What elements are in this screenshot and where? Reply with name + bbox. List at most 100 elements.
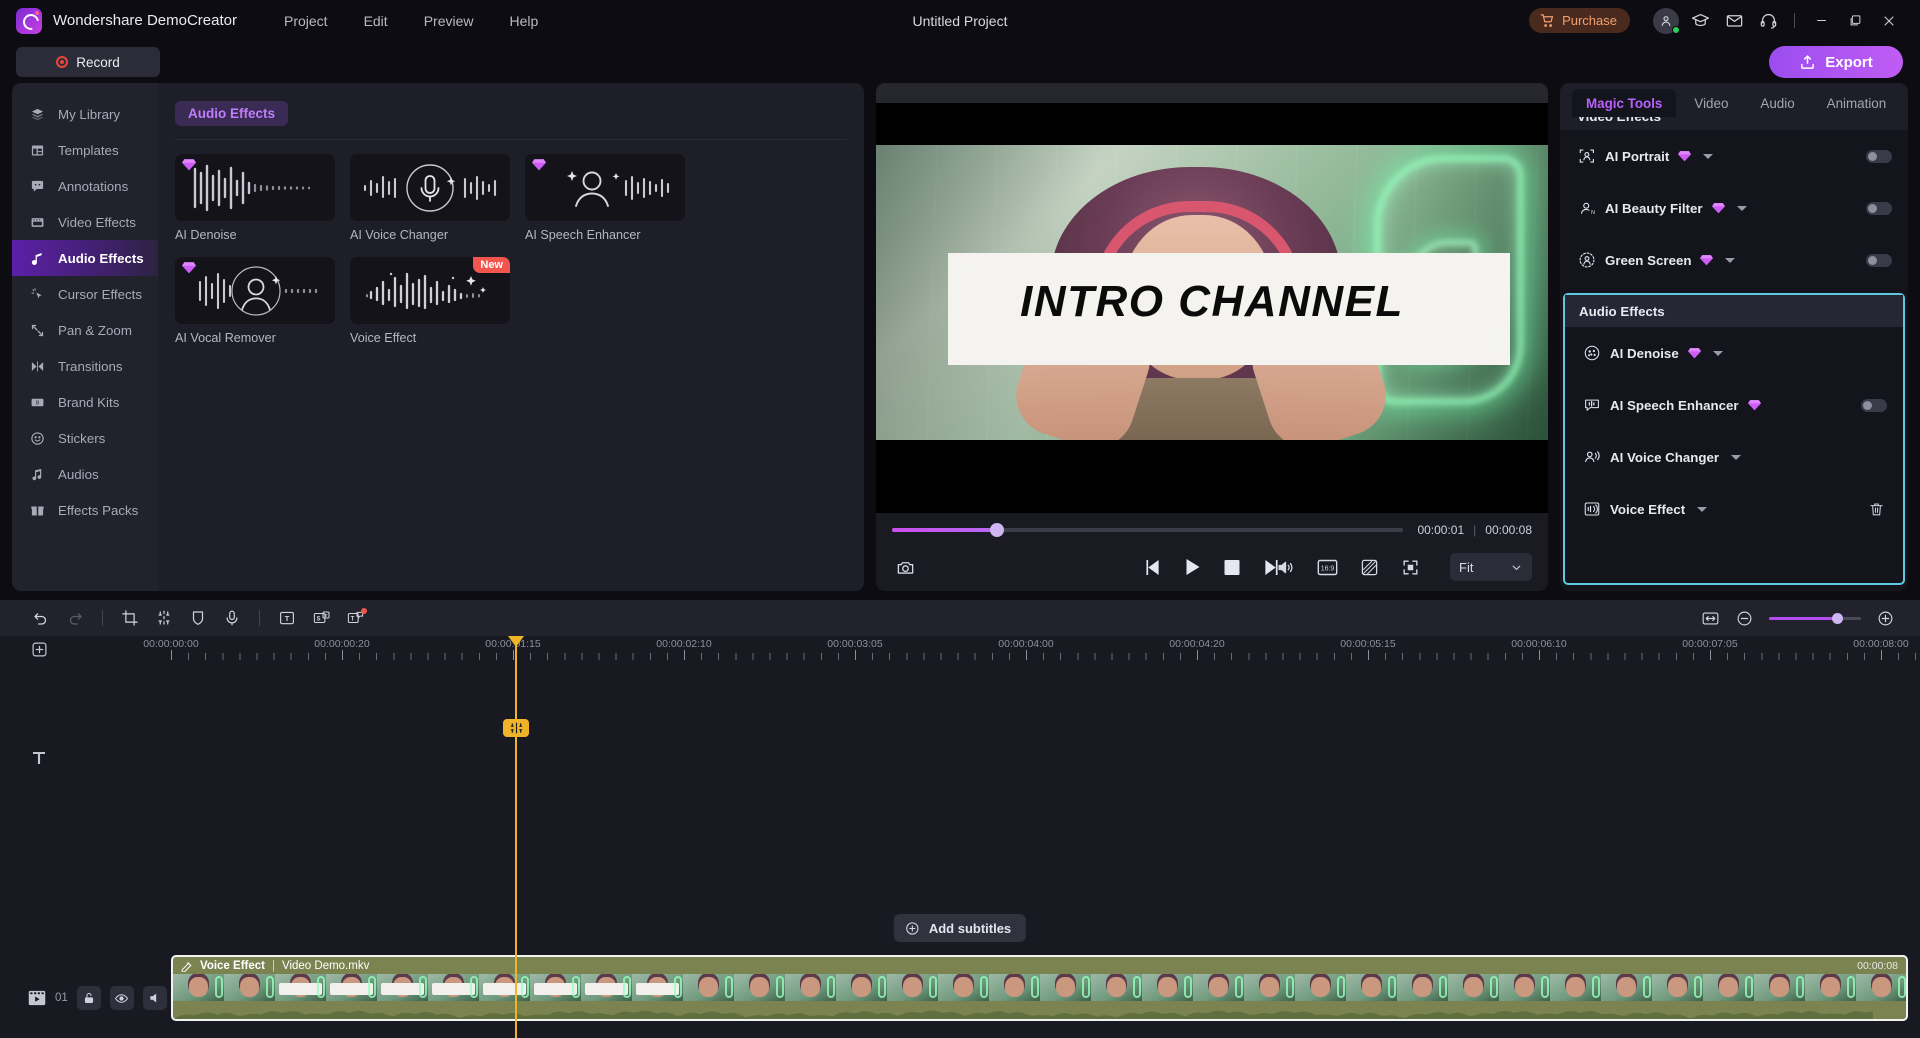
- sidebar-item-video-effects[interactable]: Video Effects: [12, 204, 158, 240]
- export-button[interactable]: Export: [1769, 46, 1903, 78]
- grid-overlay-icon[interactable]: [1360, 558, 1379, 577]
- sidebar-item-label: Templates: [58, 142, 119, 158]
- playhead[interactable]: [503, 636, 529, 1038]
- record-button[interactable]: Record: [16, 47, 160, 77]
- zoom-slider-handle[interactable]: [1832, 612, 1844, 624]
- tool-row-ai-voice-changer[interactable]: AI Voice Changer: [1565, 431, 1903, 483]
- tab-audio[interactable]: Audio: [1746, 89, 1808, 117]
- unlock-icon[interactable]: [76, 986, 101, 1010]
- chevron-down-icon[interactable]: [1712, 350, 1723, 356]
- sidebar-item-audio-effects[interactable]: Audio Effects: [12, 240, 158, 276]
- sidebar-item-audios[interactable]: Audios: [12, 456, 158, 492]
- auto-caption-icon[interactable]: T: [338, 601, 372, 635]
- sidebar-item-templates[interactable]: Templates: [12, 132, 158, 168]
- filmstrip-frame: [428, 974, 479, 1001]
- filmstrip-frame: [224, 974, 275, 1001]
- text-icon[interactable]: T: [270, 601, 304, 635]
- tool-toggle[interactable]: [1866, 201, 1892, 215]
- preview-stage[interactable]: INTRO CHANNEL: [876, 103, 1548, 513]
- menu-item-edit[interactable]: Edit: [364, 13, 388, 29]
- close-icon[interactable]: [1872, 4, 1906, 38]
- text-track-icon[interactable]: [30, 749, 48, 767]
- graduation-cap-icon[interactable]: [1683, 4, 1717, 38]
- account-avatar[interactable]: [1649, 4, 1683, 38]
- minimize-icon[interactable]: [1804, 4, 1838, 38]
- tool-row-ai-denoise[interactable]: AI Denoise: [1565, 327, 1903, 379]
- delete-icon[interactable]: [1868, 501, 1885, 518]
- subtitle-icon[interactable]: S T: [304, 601, 338, 635]
- sidebar-item-my-library[interactable]: My Library: [12, 96, 158, 132]
- volume-icon[interactable]: [1276, 558, 1295, 577]
- mask-icon[interactable]: [181, 601, 215, 635]
- effect-label: AI Denoise: [175, 228, 237, 242]
- fullscreen-icon[interactable]: [1401, 558, 1420, 577]
- seek-handle[interactable]: [989, 523, 1004, 537]
- property-scroll-area[interactable]: Video Effects AI Portrait N AI Beaut: [1560, 117, 1908, 591]
- playhead-split-button[interactable]: [503, 719, 529, 737]
- chevron-down-icon[interactable]: [1703, 153, 1714, 159]
- eye-icon[interactable]: [109, 986, 134, 1010]
- purchase-button[interactable]: Purchase: [1529, 8, 1630, 33]
- timeline-clip[interactable]: Voice Effect | Video Demo.mkv 00:00:08: [171, 955, 1908, 1021]
- tool-label: AI Denoise: [1610, 345, 1679, 361]
- play-icon[interactable]: [1185, 558, 1201, 576]
- sidebar-item-transitions[interactable]: Transitions: [12, 348, 158, 384]
- effects-category-chip[interactable]: Audio Effects: [175, 101, 289, 126]
- sidebar-item-effects-packs[interactable]: Effects Packs: [12, 492, 158, 528]
- chevron-down-icon[interactable]: [1697, 506, 1708, 512]
- snapshot-icon[interactable]: [892, 554, 918, 580]
- menu-item-help[interactable]: Help: [509, 13, 538, 29]
- effect-card-ai-denoise[interactable]: AI Denoise: [175, 154, 335, 242]
- menu-item-project[interactable]: Project: [284, 13, 328, 29]
- timeline-body[interactable]: Add subtitles 01 Voice Effect | Video De…: [0, 636, 1920, 1038]
- chevron-down-icon[interactable]: [1731, 454, 1742, 460]
- voiceover-mic-icon[interactable]: [215, 601, 249, 635]
- sidebar-item-cursor-effects[interactable]: Cursor Effects: [12, 276, 158, 312]
- fit-timeline-icon[interactable]: [1701, 610, 1720, 627]
- tool-toggle[interactable]: [1866, 253, 1892, 267]
- tool-row-ai-speech-enhancer[interactable]: AI Speech Enhancer: [1565, 379, 1903, 431]
- prev-frame-icon[interactable]: [1146, 559, 1161, 576]
- undo-icon[interactable]: [24, 601, 58, 635]
- fit-dropdown[interactable]: Fit: [1450, 553, 1532, 581]
- sidebar-item-stickers[interactable]: Stickers: [12, 420, 158, 456]
- sidebar-item-brand-kits[interactable]: B Brand Kits: [12, 384, 158, 420]
- seek-bar[interactable]: [892, 523, 1404, 537]
- menu-item-preview[interactable]: Preview: [424, 13, 474, 29]
- tool-row-ai-beauty-filter[interactable]: N AI Beauty Filter: [1560, 182, 1908, 234]
- effect-card-ai-voice-changer[interactable]: AI Voice Changer: [350, 154, 510, 242]
- tab-magic-tools[interactable]: Magic Tools: [1572, 89, 1677, 117]
- cart-icon: [1540, 13, 1555, 28]
- maximize-icon[interactable]: [1838, 4, 1872, 38]
- zoom-slider[interactable]: [1769, 612, 1861, 624]
- zoom-out-icon[interactable]: [1736, 610, 1753, 627]
- tab-animation[interactable]: Animation: [1813, 89, 1901, 117]
- tool-row-voice-effect[interactable]: Voice Effect: [1565, 483, 1903, 535]
- split-icon[interactable]: [147, 601, 181, 635]
- stop-icon[interactable]: [1224, 559, 1240, 575]
- mute-icon[interactable]: [142, 986, 167, 1010]
- next-frame-icon[interactable]: [1264, 559, 1279, 576]
- chevron-down-icon[interactable]: [1736, 205, 1747, 211]
- chevron-down-icon[interactable]: [1725, 257, 1736, 263]
- effect-card-ai-vocal-remover[interactable]: AI Vocal Remover: [175, 257, 335, 345]
- zoom-in-icon[interactable]: [1877, 610, 1894, 627]
- headset-icon[interactable]: [1751, 4, 1785, 38]
- tool-row-green-screen[interactable]: Green Screen: [1560, 234, 1908, 286]
- tab-video[interactable]: Video: [1680, 89, 1742, 117]
- chevron-down-icon: [1510, 561, 1523, 574]
- premium-gem-icon: [1678, 151, 1692, 162]
- tool-row-ai-portrait[interactable]: AI Portrait: [1560, 130, 1908, 182]
- timeline-ruler[interactable]: 00:00:00:00 00:00:00:20 00:00:01:15 00:00:0…: [0, 636, 1920, 664]
- add-track-icon[interactable]: [31, 641, 48, 658]
- aspect-ratio-icon[interactable]: 16:9: [1317, 559, 1338, 576]
- tool-toggle[interactable]: [1861, 398, 1887, 412]
- crop-icon[interactable]: [113, 601, 147, 635]
- add-subtitles-button[interactable]: Add subtitles: [893, 914, 1027, 942]
- sidebar-item-pan-zoom[interactable]: Pan & Zoom: [12, 312, 158, 348]
- effect-card-voice-effect[interactable]: New Voice Effect: [350, 257, 510, 345]
- tool-toggle[interactable]: [1866, 149, 1892, 163]
- sidebar-item-annotations[interactable]: Annotations: [12, 168, 158, 204]
- mail-icon[interactable]: [1717, 4, 1751, 38]
- effect-card-ai-speech-enhancer[interactable]: AI Speech Enhancer: [525, 154, 685, 242]
